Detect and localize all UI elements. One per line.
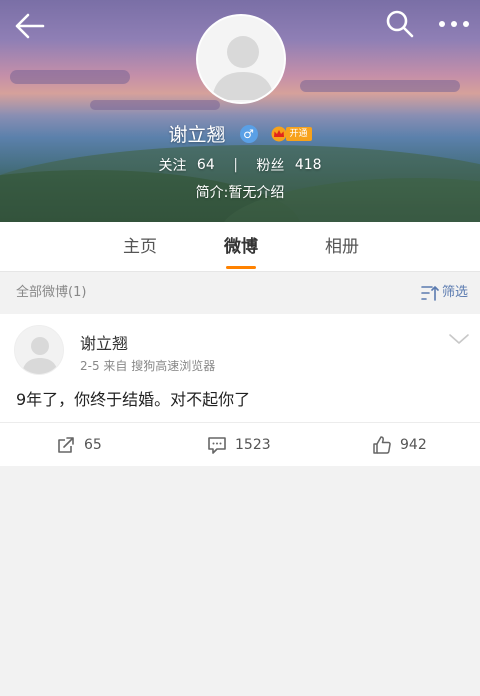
followers-count: 418: [294, 157, 322, 173]
following-stat[interactable]: 关注 64: [158, 155, 214, 175]
active-tab-indicator: [226, 266, 256, 269]
post-author-avatar[interactable]: [14, 325, 64, 375]
followers-label: 粉丝: [256, 158, 285, 174]
search-icon: [386, 10, 414, 38]
stats-divider: |: [233, 157, 238, 173]
tab-album[interactable]: 相册: [302, 222, 382, 272]
followers-stat[interactable]: 粉丝 418: [256, 155, 321, 175]
vip-badge[interactable]: 开通: [270, 126, 312, 142]
like-button[interactable]: 942: [372, 423, 427, 466]
vip-label: 开通: [285, 126, 312, 141]
repost-button[interactable]: 65: [56, 423, 102, 466]
tab-weibo[interactable]: 微博: [201, 222, 281, 272]
more-button[interactable]: [436, 8, 472, 40]
repost-count: 65: [84, 436, 102, 453]
profile-bio: 简介:暂无介绍: [195, 185, 285, 201]
filter-icon: [421, 286, 439, 301]
post-text: 9年了，你终于结婚。对不起你了: [16, 390, 251, 409]
following-count: 64: [196, 157, 215, 173]
search-button[interactable]: [384, 8, 416, 40]
back-button[interactable]: [12, 8, 48, 44]
repost-icon: [58, 436, 74, 453]
comment-button[interactable]: 1523: [207, 423, 271, 466]
male-icon: ♂: [239, 124, 258, 143]
post-meta: 2-5 来自 搜狗高速浏览器: [80, 359, 216, 373]
profile-username: 谢立翘: [168, 124, 226, 146]
filter-button[interactable]: 筛选: [421, 272, 468, 314]
profile-stats: 关注 64 | 粉丝 418: [0, 155, 480, 175]
like-count: 942: [400, 436, 427, 453]
following-label: 关注: [158, 158, 187, 174]
crown-icon: [271, 126, 287, 141]
back-arrow-icon: [15, 13, 45, 39]
default-avatar-icon: [15, 326, 63, 374]
like-icon: [373, 435, 391, 454]
post-count-label: 全部微博(1): [16, 285, 87, 300]
profile-name-row: 谢立翘 ♂ 开通: [0, 120, 480, 148]
profile-avatar[interactable]: [196, 14, 286, 104]
post-card[interactable]: 谢立翘 2-5 来自 搜狗高速浏览器 9年了，你终于结婚。对不起你了 65 15…: [0, 314, 480, 466]
filter-bar: 全部微博(1) 筛选: [0, 272, 480, 314]
profile-tabs: 主页 微博 相册: [0, 222, 480, 272]
chevron-down-icon[interactable]: [448, 332, 470, 346]
comment-icon: [208, 436, 226, 454]
filter-label: 筛选: [441, 285, 468, 300]
more-icon: [439, 21, 469, 27]
tab-home[interactable]: 主页: [100, 222, 180, 272]
post-author-name[interactable]: 谢立翘: [80, 330, 128, 354]
comment-count: 1523: [235, 436, 271, 453]
profile-header: 谢立翘 ♂ 开通 关注 64 | 粉丝 418 简介:暂无介绍: [0, 0, 480, 222]
default-avatar-icon: [198, 16, 284, 102]
